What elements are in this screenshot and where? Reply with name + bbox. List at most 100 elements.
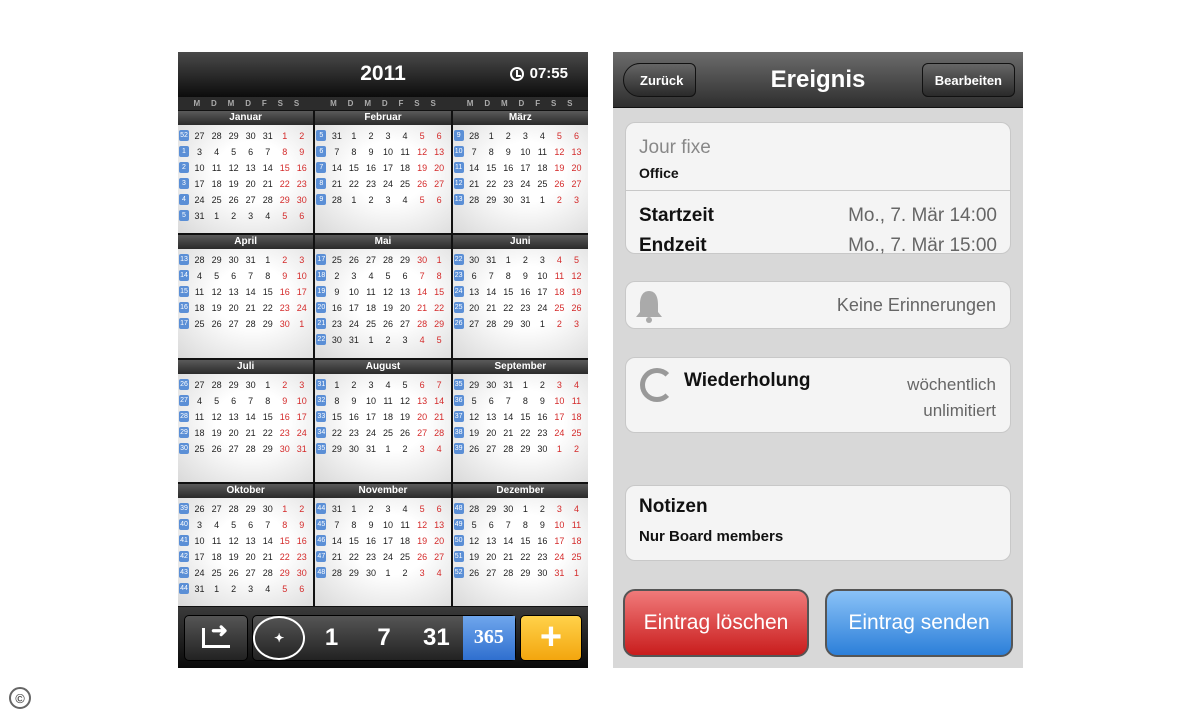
- day-cell[interactable]: 5: [225, 517, 242, 533]
- day-cell[interactable]: 16: [345, 409, 362, 425]
- day-cell[interactable]: 30: [259, 501, 276, 517]
- day-cell[interactable]: 27: [191, 377, 208, 393]
- day-cell[interactable]: 26: [551, 176, 568, 192]
- day-cell[interactable]: 14: [414, 284, 431, 300]
- day-cell[interactable]: 17: [293, 409, 310, 425]
- day-cell[interactable]: 8: [517, 393, 534, 409]
- day-cell[interactable]: 28: [466, 192, 483, 208]
- day-cell[interactable]: 3: [414, 441, 431, 457]
- day-cell[interactable]: 29: [500, 316, 517, 332]
- day-cell[interactable]: 18: [379, 409, 396, 425]
- day-cell[interactable]: 1: [328, 377, 345, 393]
- day-cell[interactable]: 23: [328, 316, 345, 332]
- day-cell[interactable]: 4: [414, 332, 431, 348]
- day-cell[interactable]: 16: [362, 533, 379, 549]
- day-cell[interactable]: 27: [414, 425, 431, 441]
- day-cell[interactable]: 2: [225, 581, 242, 597]
- day-cell[interactable]: 20: [483, 425, 500, 441]
- month-oktober[interactable]: Oktober 39 26 27 28 29 30 1 2 40 3 4 5 6 7 8 9 41 10 11 12 13…: [178, 483, 314, 606]
- day-cell[interactable]: 9: [276, 268, 293, 284]
- day-cell[interactable]: 5: [208, 393, 225, 409]
- day-cell[interactable]: 17: [551, 533, 568, 549]
- day-cell[interactable]: 31: [328, 128, 345, 144]
- day-cell[interactable]: 23: [517, 300, 534, 316]
- day-cell[interactable]: 30: [242, 128, 259, 144]
- day-cell[interactable]: 4: [191, 393, 208, 409]
- day-cell[interactable]: 23: [276, 300, 293, 316]
- day-cell[interactable]: 29: [225, 128, 242, 144]
- day-cell[interactable]: 28: [259, 565, 276, 581]
- day-cell[interactable]: 3: [242, 208, 259, 224]
- day-cell[interactable]: 12: [568, 268, 585, 284]
- day-cell[interactable]: 26: [379, 316, 396, 332]
- day-cell[interactable]: 15: [259, 284, 276, 300]
- day-cell[interactable]: 31: [328, 501, 345, 517]
- day-cell[interactable]: 29: [259, 316, 276, 332]
- day-cell[interactable]: 15: [517, 533, 534, 549]
- day-cell[interactable]: 1: [208, 581, 225, 597]
- day-cell[interactable]: 26: [225, 565, 242, 581]
- day-cell[interactable]: 30: [500, 501, 517, 517]
- day-cell[interactable]: 11: [362, 284, 379, 300]
- day-cell[interactable]: 25: [551, 300, 568, 316]
- day-cell[interactable]: 2: [276, 377, 293, 393]
- day-cell[interactable]: 26: [466, 441, 483, 457]
- month-januar[interactable]: Januar 52 27 28 29 30 31 1 2 1 3 4 5 6 7 8 9 2 10 11 12 13 14 1…: [178, 111, 314, 234]
- day-cell[interactable]: 15: [259, 409, 276, 425]
- day-cell[interactable]: 11: [551, 268, 568, 284]
- day-cell[interactable]: 3: [534, 252, 551, 268]
- day-cell[interactable]: 10: [551, 517, 568, 533]
- day-cell[interactable]: 19: [466, 425, 483, 441]
- day-cell[interactable]: 31: [517, 192, 534, 208]
- reminder-card[interactable]: Keine Erinnerungen: [625, 281, 1011, 329]
- day-cell[interactable]: 1: [500, 252, 517, 268]
- day-cell[interactable]: 2: [345, 377, 362, 393]
- day-cell[interactable]: 19: [225, 176, 242, 192]
- day-cell[interactable]: 10: [191, 533, 208, 549]
- day-cell[interactable]: 9: [328, 284, 345, 300]
- day-cell[interactable]: 16: [293, 533, 310, 549]
- day-cell[interactable]: 28: [328, 565, 345, 581]
- day-cell[interactable]: 23: [293, 549, 310, 565]
- day-cell[interactable]: 2: [362, 192, 379, 208]
- day-cell[interactable]: 11: [191, 284, 208, 300]
- day-cell[interactable]: 2: [534, 377, 551, 393]
- day-cell[interactable]: 9: [517, 268, 534, 284]
- day-cell[interactable]: 23: [534, 549, 551, 565]
- day-cell[interactable]: 7: [259, 144, 276, 160]
- day-cell[interactable]: 22: [276, 549, 293, 565]
- day-cell[interactable]: 5: [276, 581, 293, 597]
- day-cell[interactable]: 23: [345, 425, 362, 441]
- day-cell[interactable]: 17: [191, 549, 208, 565]
- day-cell[interactable]: 25: [379, 425, 396, 441]
- day-cell[interactable]: 18: [397, 160, 414, 176]
- day-cell[interactable]: 8: [259, 393, 276, 409]
- day-cell[interactable]: 31: [293, 441, 310, 457]
- send-entry-button[interactable]: Eintrag senden: [825, 589, 1013, 657]
- day-cell[interactable]: 8: [431, 268, 448, 284]
- day-cell[interactable]: 12: [379, 284, 396, 300]
- day-cell[interactable]: 14: [466, 160, 483, 176]
- day-cell[interactable]: 8: [483, 144, 500, 160]
- day-cell[interactable]: 1: [483, 128, 500, 144]
- day-cell[interactable]: 14: [500, 533, 517, 549]
- day-cell[interactable]: 1: [345, 192, 362, 208]
- day-cell[interactable]: 19: [414, 533, 431, 549]
- day-cell[interactable]: 3: [568, 192, 585, 208]
- day-cell[interactable]: 21: [328, 549, 345, 565]
- day-cell[interactable]: 2: [362, 501, 379, 517]
- day-cell[interactable]: 29: [431, 316, 448, 332]
- day-cell[interactable]: 28: [208, 377, 225, 393]
- day-cell[interactable]: 16: [500, 160, 517, 176]
- month-februar[interactable]: Februar 5 31 1 2 3 4 5 6 6 7 8 9 10 11 12 13 7 14 15 16 17 18 1…: [315, 111, 451, 234]
- repeat-card[interactable]: Wiederholung wöchentlich unlimitiert: [625, 357, 1011, 433]
- day-cell[interactable]: 3: [551, 501, 568, 517]
- day-cell[interactable]: 30: [276, 316, 293, 332]
- day-cell[interactable]: 31: [242, 252, 259, 268]
- day-cell[interactable]: 5: [414, 128, 431, 144]
- day-cell[interactable]: 15: [500, 284, 517, 300]
- day-cell[interactable]: 29: [242, 501, 259, 517]
- day-cell[interactable]: 13: [483, 409, 500, 425]
- day-cell[interactable]: 9: [362, 517, 379, 533]
- day-cell[interactable]: 8: [345, 144, 362, 160]
